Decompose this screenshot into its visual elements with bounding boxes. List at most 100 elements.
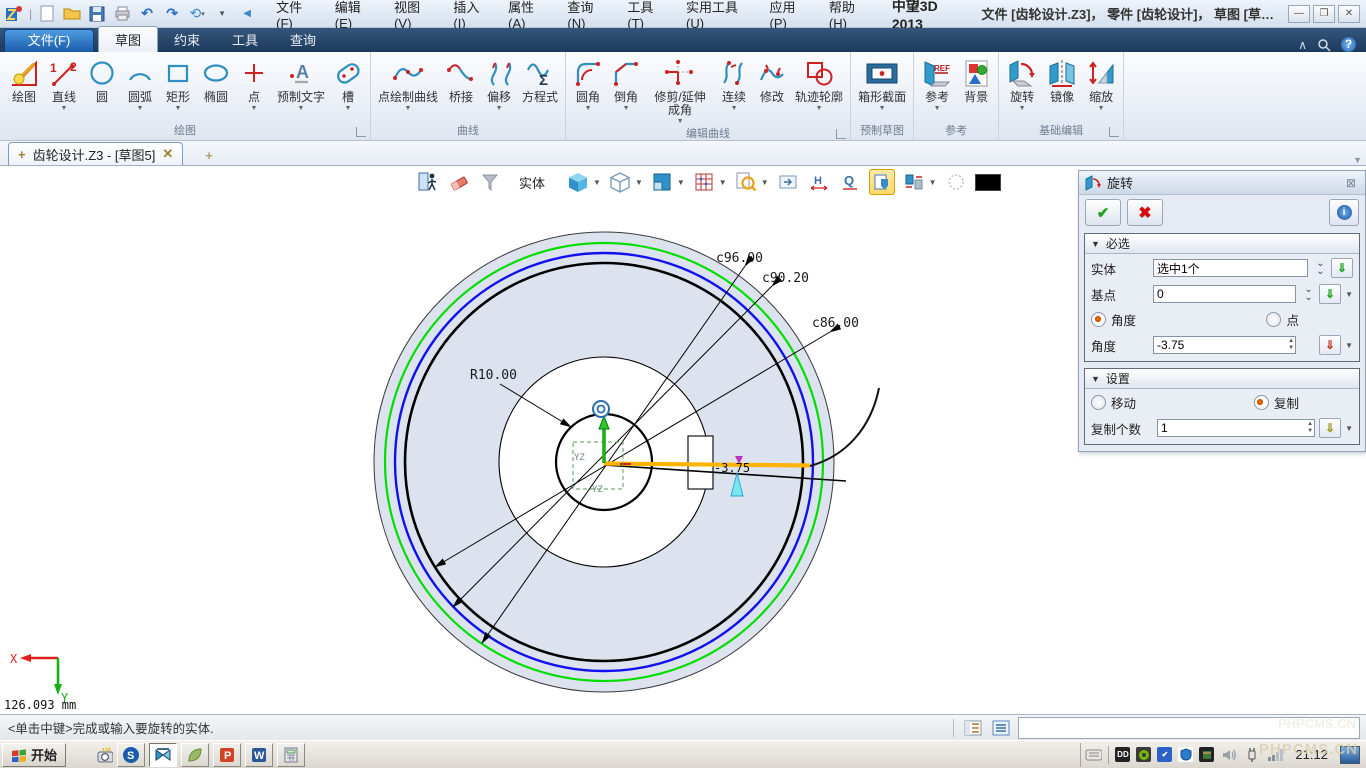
- tab-constraint[interactable]: 约束: [158, 27, 216, 52]
- dim-label-pitch[interactable]: c90.20: [762, 271, 809, 286]
- scale-button[interactable]: 缩放▼: [1082, 53, 1120, 113]
- pick-entity-button[interactable]: ⇓: [1331, 258, 1353, 278]
- spinner[interactable]: ▲▼: [1307, 421, 1313, 435]
- track-profile-button[interactable]: 轨迹轮廓▼: [791, 53, 847, 113]
- arc-button[interactable]: 圆弧▼: [121, 53, 159, 113]
- update-tray-icon[interactable]: ✔: [1157, 747, 1172, 762]
- base-point-input[interactable]: [1153, 285, 1296, 303]
- point-button[interactable]: 点▼: [235, 53, 273, 113]
- slot-button[interactable]: 槽▼: [329, 53, 367, 113]
- taskbar-clock[interactable]: 21:12: [1295, 747, 1328, 762]
- entity-input[interactable]: [1153, 259, 1308, 277]
- command-input[interactable]: [1018, 717, 1360, 739]
- entity-filter-combo[interactable]: 实体: [519, 173, 545, 192]
- command-log-icon[interactable]: [990, 718, 1012, 737]
- show-desktop-button[interactable]: [1340, 746, 1360, 764]
- dialog-launcher-icon[interactable]: [836, 129, 846, 139]
- close-button[interactable]: ✕: [1338, 5, 1360, 23]
- collapse-ribbon-icon[interactable]: ∧: [1298, 38, 1307, 52]
- circle-button[interactable]: 圆: [83, 53, 121, 113]
- spinner[interactable]: ▲▼: [1288, 338, 1294, 352]
- fillet-button[interactable]: 圆角▼: [569, 53, 607, 113]
- filter-icon[interactable]: [478, 170, 502, 194]
- info-button[interactable]: i: [1329, 199, 1359, 226]
- required-section-header[interactable]: ▼必选: [1085, 234, 1359, 254]
- tab-sketch[interactable]: 草图: [98, 26, 158, 52]
- bridge-button[interactable]: 桥接: [442, 53, 480, 113]
- copy-radio[interactable]: 复制: [1254, 393, 1299, 412]
- start-button[interactable]: 开始: [2, 743, 66, 767]
- swap-component-icon[interactable]: [902, 170, 926, 194]
- point-radio[interactable]: 点: [1266, 310, 1299, 329]
- view-plane-icon[interactable]: [650, 170, 674, 194]
- new-document-tab-button[interactable]: +: [197, 146, 221, 165]
- move-radio[interactable]: 移动: [1091, 393, 1136, 412]
- modify-button[interactable]: 修改: [753, 53, 791, 113]
- collapse-icon[interactable]: ◀: [237, 4, 257, 24]
- dim-label-bore[interactable]: R10.00: [470, 368, 517, 383]
- pick-copies-button[interactable]: ⇓: [1319, 418, 1341, 438]
- pick-angle-button[interactable]: ⇓: [1319, 335, 1341, 355]
- power-tray-icon[interactable]: [1243, 746, 1260, 763]
- dim-label-root[interactable]: c86.00: [812, 316, 859, 331]
- box-section-button[interactable]: 箱形截面▼: [854, 53, 910, 113]
- perimeter-dim-icon[interactable]: Q: [838, 170, 862, 194]
- rectangle-button[interactable]: 矩形▼: [159, 53, 197, 113]
- lens-icon[interactable]: [1317, 38, 1331, 52]
- notes-icon[interactable]: [181, 743, 209, 767]
- chevron-down-icon[interactable]: ▼: [677, 178, 685, 187]
- chevron-down-icon[interactable]: ▼: [1345, 290, 1353, 299]
- chevron-down-icon[interactable]: ▼: [761, 178, 769, 187]
- selected-line-highlight[interactable]: [604, 464, 810, 466]
- dolby-tray-icon[interactable]: DD: [1115, 747, 1130, 762]
- exit-sketch-icon[interactable]: [416, 170, 440, 194]
- color-swatch[interactable]: [975, 174, 1001, 191]
- redo-icon[interactable]: ↷: [162, 4, 182, 24]
- chamfer-button[interactable]: 倒角▼: [607, 53, 645, 113]
- angle-radio[interactable]: 角度: [1091, 310, 1136, 329]
- eraser-icon[interactable]: [447, 170, 471, 194]
- point-curve-button[interactable]: 点绘制曲线▼: [374, 53, 442, 113]
- nvidia-tray-icon[interactable]: [1136, 747, 1151, 762]
- equation-button[interactable]: Σ方程式: [518, 53, 562, 113]
- minimize-button[interactable]: —: [1288, 5, 1310, 23]
- horizontal-dim-icon[interactable]: H: [807, 170, 831, 194]
- angle-input[interactable]: [1153, 336, 1296, 354]
- chevron-down-icon[interactable]: ▼: [929, 178, 937, 187]
- file-menu-button[interactable]: 文件(F): [4, 29, 94, 52]
- chevron-down-icon[interactable]: ▼: [635, 178, 643, 187]
- grid-snap-icon[interactable]: [692, 170, 716, 194]
- customize-qat-icon[interactable]: ▼: [212, 4, 232, 24]
- chevron-down-icon[interactable]: ▼: [719, 178, 727, 187]
- volume-tray-icon[interactable]: [1220, 746, 1237, 763]
- rotate-button[interactable]: 旋转▼: [1002, 53, 1042, 113]
- copies-input[interactable]: [1157, 419, 1315, 437]
- pretext-button[interactable]: A预制文字▼: [273, 53, 329, 113]
- word-icon[interactable]: W: [245, 743, 273, 767]
- pick-base-button[interactable]: ⇓: [1319, 284, 1341, 304]
- help-icon[interactable]: ?: [1341, 37, 1356, 52]
- rotate-view-icon[interactable]: ⟲▾: [187, 4, 207, 24]
- panel-title-bar[interactable]: 旋转 ⊠: [1079, 171, 1365, 195]
- history-panel-icon[interactable]: [962, 718, 984, 737]
- target-point-icon[interactable]: [593, 401, 609, 417]
- dim-label-outer[interactable]: c96.00: [716, 251, 763, 266]
- resize-window-icon[interactable]: [776, 170, 800, 194]
- security-shield-icon[interactable]: [1178, 747, 1193, 762]
- tab-list-icon[interactable]: ▼: [1353, 155, 1362, 165]
- tab-tools[interactable]: 工具: [216, 27, 274, 52]
- dialog-launcher-icon[interactable]: [1109, 127, 1119, 137]
- continue-button[interactable]: 连续▼: [715, 53, 753, 113]
- sketch-canvas[interactable]: c96.00 c90.20 c86.00 R10.00 YZ YZ -3.75 …: [0, 166, 1366, 714]
- expand-chevron-icon[interactable]: ⌄⌄: [1312, 260, 1327, 276]
- restore-button[interactable]: ❐: [1313, 5, 1335, 23]
- cancel-button[interactable]: ✖: [1127, 199, 1163, 226]
- chevron-down-icon[interactable]: ▼: [593, 178, 601, 187]
- tab-close-icon[interactable]: ✕: [162, 146, 173, 162]
- ok-button[interactable]: ✔: [1085, 199, 1121, 226]
- calculator-icon[interactable]: [277, 743, 305, 767]
- ellipse-button[interactable]: 椭圆: [197, 53, 235, 113]
- keyboard-tray-icon[interactable]: [1085, 746, 1102, 763]
- wireframe-display-icon[interactable]: [608, 170, 632, 194]
- trim-extend-button[interactable]: 修剪/延伸成角▼: [645, 53, 715, 126]
